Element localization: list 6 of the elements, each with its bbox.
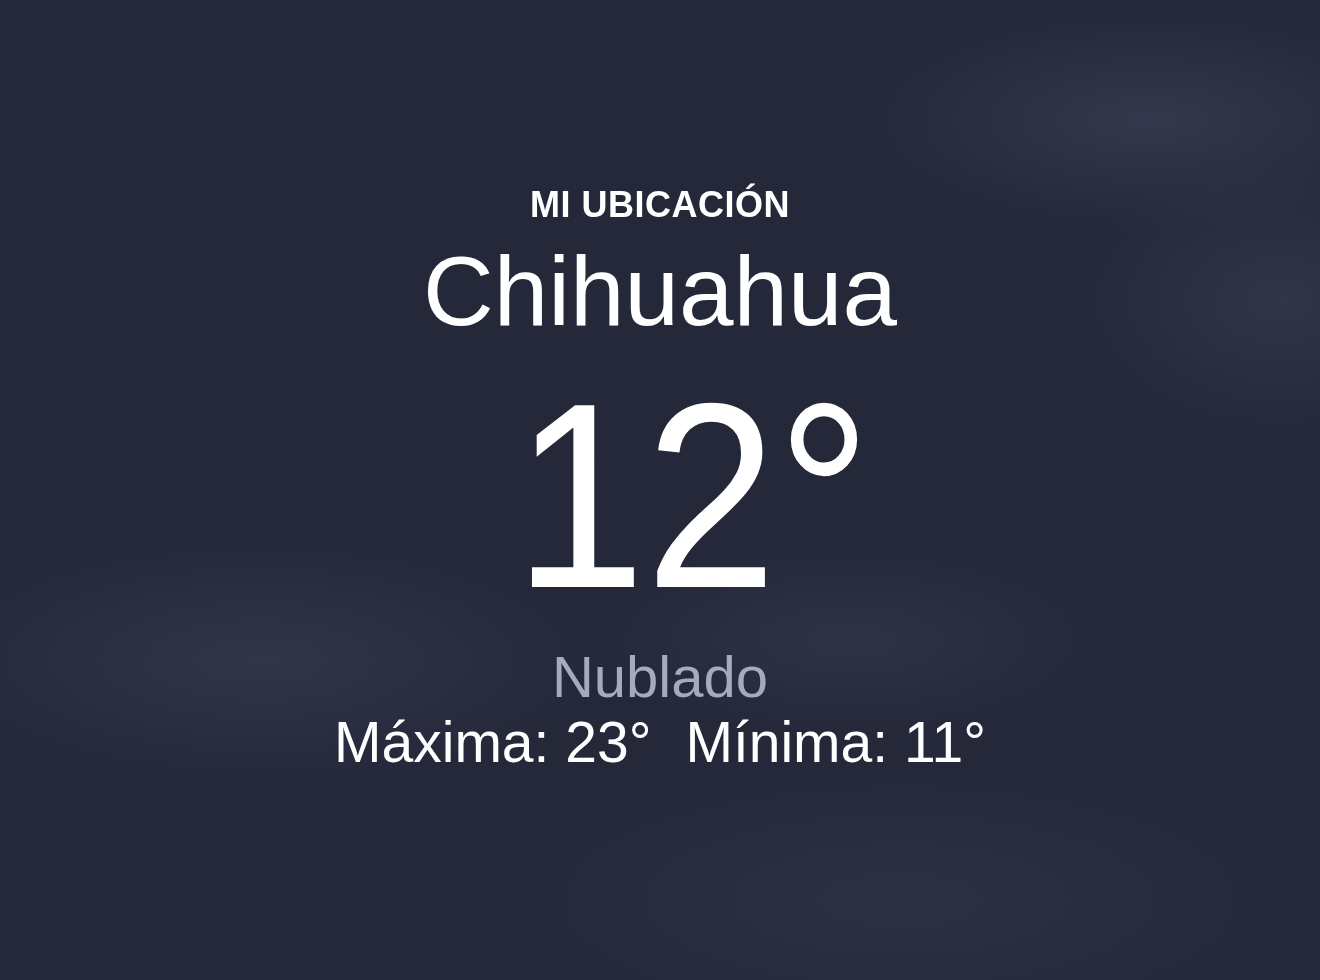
- high-temperature-text: Máxima: 23°: [334, 710, 652, 774]
- low-temperature-text: Mínima: 11°: [685, 710, 986, 774]
- city-name: Chihuahua: [422, 236, 898, 346]
- location-label: MI UBICACIÓN: [530, 185, 790, 225]
- temperature-text: 12°: [514, 348, 872, 643]
- condition-text: Nublado: [551, 644, 769, 709]
